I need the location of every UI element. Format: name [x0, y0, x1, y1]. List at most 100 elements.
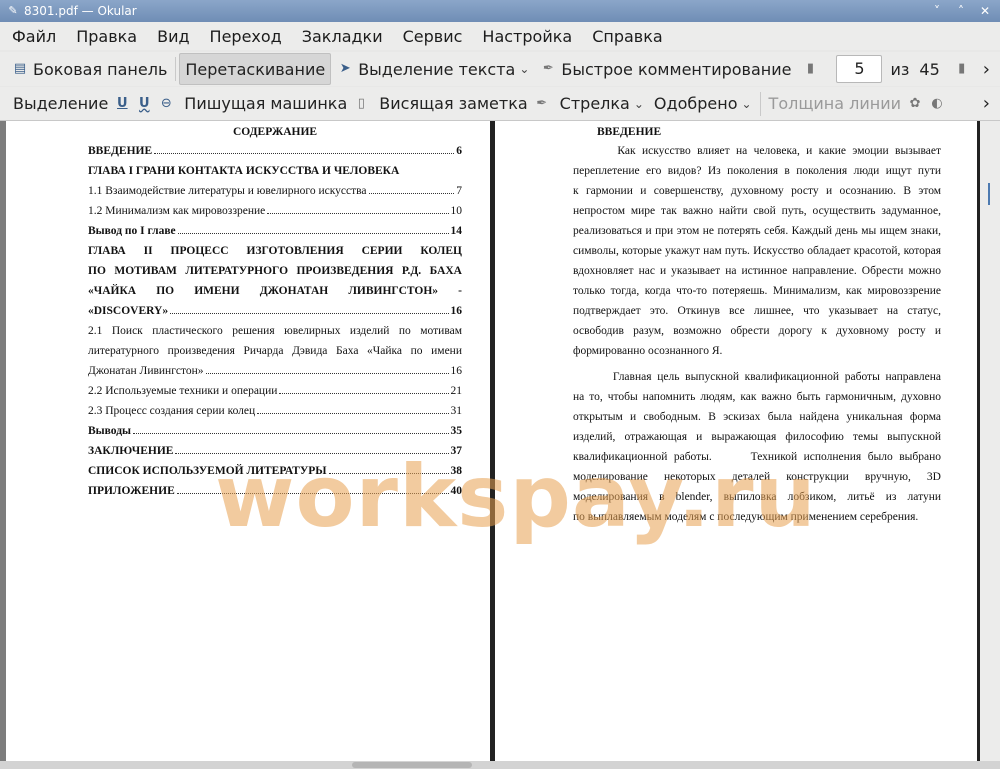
okular-app-icon: ✎ [8, 4, 18, 17]
toc-entry-text: 1.1 Взаимодействие литературы и ювелирно… [88, 185, 367, 197]
arrow-button[interactable]: Стрелка ⌄ [555, 89, 649, 119]
paragraph-line: на то, чтобы напомнить людям, как важно … [573, 391, 941, 403]
stamp-label: Одобрено [653, 94, 738, 113]
quick-comment-label: Быстрое комментирование [561, 59, 792, 79]
toc-entry-page: 16 [450, 365, 463, 377]
page-of-label: из [890, 59, 910, 79]
toc-row: Джонатан Ливингстон» 16 [88, 361, 462, 381]
toc-dots [154, 141, 455, 154]
chevron-down-icon[interactable]: ⌄ [741, 97, 751, 111]
minimize-button[interactable]: ˅ [930, 4, 944, 18]
document-view[interactable]: СОДЕРЖАНИЕ ВВЕДЕНИЕ 6 ГЛАВА I ГРАНИ КОНТАК… [0, 121, 1000, 761]
toc-entry-page: 7 [456, 185, 462, 197]
toc-dots [257, 401, 449, 414]
toc-entry-text: СПИСОК ИСПОЛЬЗУЕМОЙ ЛИТЕРАТУРЫ [88, 465, 327, 477]
sticky-note-label: Висящая заметка [379, 94, 528, 113]
menu-file[interactable]: Файл [4, 27, 64, 46]
window-controls: ˅ ˄ ✕ [930, 4, 992, 18]
sidebar-button[interactable]: ▤ Боковая панель [6, 54, 172, 84]
menu-tools[interactable]: Сервис [395, 27, 471, 46]
menu-help[interactable]: Справка [584, 27, 671, 46]
pdf-page-right: ВВЕДЕНИЕ Как искусство влияет на человек… [495, 121, 977, 761]
text-select-label: Выделение текста [358, 59, 516, 79]
horizontal-scrollbar[interactable] [0, 761, 1000, 769]
toc-row: 1.1 Взаимодействие литературы и ювелирно… [88, 181, 462, 201]
highlight-button[interactable]: Выделение [8, 89, 113, 119]
paragraph-line: только тогда, когда что-то потеряешь. Ми… [573, 285, 941, 297]
quick-comment-button[interactable]: ✒ Быстрое комментирование [534, 54, 796, 84]
toc-entry-page: 37 [450, 445, 463, 457]
pen-icon: ✒ [536, 95, 548, 111]
toc-row: 2.2 Используемые техники и операции 21 [88, 381, 462, 401]
drag-mode-button[interactable]: Перетаскивание [179, 53, 332, 85]
paragraph-line: по выплавляемым моделям с последующим пр… [573, 511, 919, 523]
drag-mode-label: Перетаскивание [185, 59, 326, 79]
menu-bar: Файл Правка Вид Переход Закладки Сервис … [0, 22, 1000, 50]
toc-entry-page: 35 [450, 425, 463, 437]
close-button[interactable]: ✕ [978, 4, 992, 18]
paragraph-line: формированно осознанного Я. [573, 345, 723, 357]
toc-entry-page: 31 [450, 405, 463, 417]
paragraph-line: освободив разум, возможно обрести дорогу… [573, 325, 941, 337]
main-toolbar: ▤ Боковая панель Перетаскивание ➤ Выделе… [0, 52, 1000, 86]
menu-view[interactable]: Вид [149, 27, 197, 46]
toc-entry-text: Выводы [88, 425, 131, 437]
toc-entry-page: 6 [456, 145, 462, 157]
page-number-input[interactable]: 5 [836, 55, 883, 83]
line-width-label: Толщина линии [768, 94, 902, 113]
scrollbar-thumb[interactable] [352, 762, 472, 768]
scrollbar-thumb[interactable] [988, 183, 990, 205]
toc-entry-text: 1.2 Минимализм как мировоззрение [88, 205, 266, 217]
menu-go[interactable]: Переход [202, 27, 290, 46]
toc-entry-text: ГЛАВА I ГРАНИ КОНТАКТА ИСКУССТВА И ЧЕЛОВ… [88, 165, 400, 177]
paragraph-line: Как искусство влияет на человека, и каки… [573, 145, 941, 157]
sidebar-label: Боковая панель [33, 59, 168, 79]
next-page-button[interactable]: ▮ [948, 54, 980, 84]
chevron-down-icon[interactable]: ⌄ [519, 62, 529, 76]
menu-edit[interactable]: Правка [68, 27, 145, 46]
maximize-button[interactable]: ˄ [954, 4, 968, 18]
stamp-button[interactable]: Одобрено ⌄ [649, 89, 757, 119]
vertical-scrollbar[interactable] [980, 121, 1000, 761]
opacity-icon[interactable]: ◐ [928, 95, 946, 113]
toc-dots [267, 201, 449, 214]
paragraph-line: к гармонии и совершенству, духовному рос… [573, 185, 941, 197]
toc-entry-text: ВВЕДЕНИЕ [88, 145, 153, 157]
typewriter-label: Пишущая машинка [184, 94, 348, 113]
cursor-icon: ➤ [339, 61, 351, 76]
intro-heading: ВВЕДЕНИЕ [597, 126, 662, 138]
toc-entry-page: 40 [450, 485, 463, 497]
window-title: 8301.pdf — Okular [24, 4, 137, 18]
line-width-button[interactable]: Толщина линии [764, 89, 907, 119]
toolbar-overflow-button[interactable]: › [983, 59, 990, 80]
toc-dots [176, 481, 449, 494]
toc-dots [368, 181, 455, 194]
toc-dots [205, 361, 449, 374]
toc-dots [328, 461, 449, 474]
toc-row: 1.2 Минимализм как мировоззрение 10 [88, 201, 462, 221]
menu-bookmarks[interactable]: Закладки [294, 27, 391, 46]
toc-section-line: литературного произведения Ричарда Дэвид… [88, 345, 462, 357]
menu-settings[interactable]: Настройка [474, 27, 580, 46]
strikeout-icon[interactable]: ⊖ [157, 95, 175, 113]
sticky-note-button[interactable]: Висящая заметка [374, 89, 532, 119]
paragraph-line: реализоваться и при этом не потерять себ… [573, 225, 941, 237]
toolbar-overflow-button[interactable]: › [983, 93, 990, 114]
underline-icon[interactable]: U [113, 95, 131, 113]
text-select-button[interactable]: ➤ Выделение текста ⌄ [331, 54, 534, 84]
toc-row: «DISCOVERY» 16 [88, 301, 462, 321]
squiggle-icon[interactable]: U [135, 95, 153, 113]
previous-page-button[interactable]: ▮ [796, 54, 828, 84]
color-icon[interactable]: ✿ [906, 95, 924, 113]
note-icon: ▯ [357, 95, 365, 111]
toc-entry-page: 16 [450, 305, 463, 317]
toc-dots [279, 381, 449, 394]
toc-row: Выводы 35 [88, 421, 462, 441]
typewriter-button[interactable]: Пишущая машинка [179, 89, 352, 119]
toc-row: ПРИЛОЖЕНИЕ 40 [88, 481, 462, 501]
toc-dots [177, 221, 449, 234]
chevron-down-icon[interactable]: ⌄ [634, 97, 644, 111]
annotation-toolbar: Выделение U U ⊖ Пишущая машинка ▯ Висяща… [0, 87, 1000, 121]
paragraph-line: квалификационной работы. Техникой исполн… [573, 451, 941, 463]
pdf-page-left: СОДЕРЖАНИЕ ВВЕДЕНИЕ 6 ГЛАВА I ГРАНИ КОНТАК… [6, 121, 490, 761]
